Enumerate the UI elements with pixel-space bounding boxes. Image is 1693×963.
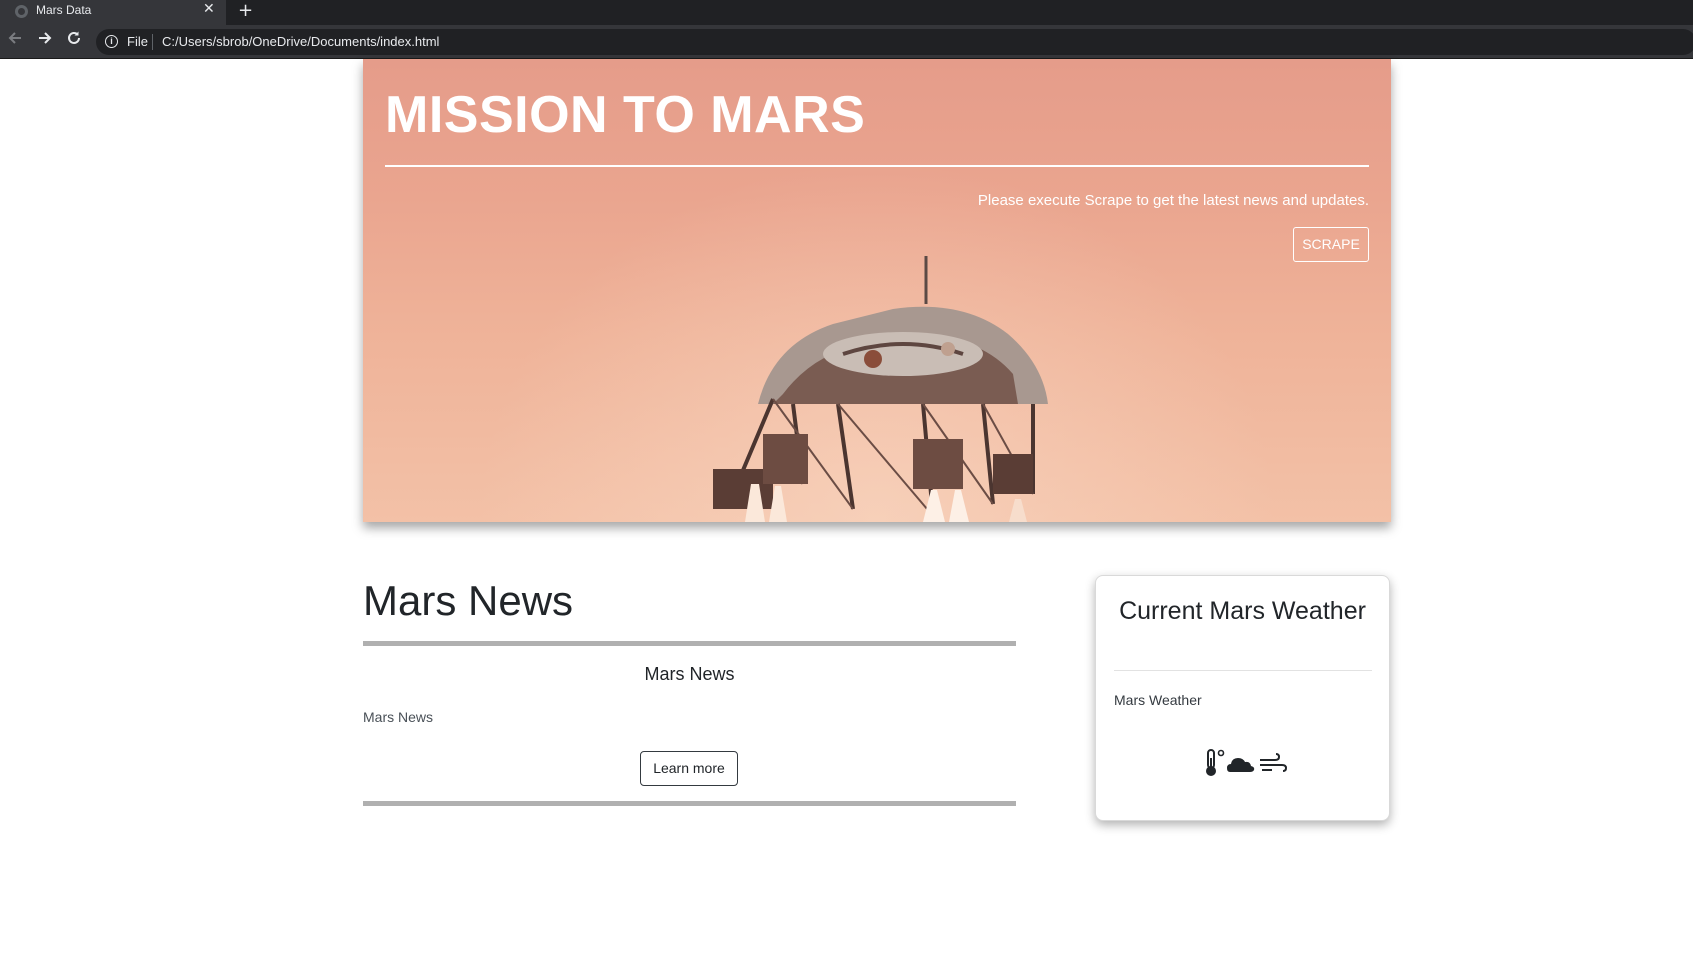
- weather-divider: [1114, 670, 1372, 671]
- news-divider-bottom: [363, 801, 1016, 806]
- browser-toolbar: i File C:/Users/sbrob/OneDrive/Documents…: [0, 25, 1693, 59]
- weather-card: Current Mars Weather Mars Weather: [1095, 575, 1390, 821]
- separator: [152, 34, 153, 50]
- reload-icon[interactable]: [63, 30, 85, 52]
- news-headline: Mars News: [644, 664, 735, 684]
- back-arrow-icon[interactable]: [4, 30, 26, 52]
- hero-divider: [385, 165, 1369, 167]
- hero-lead-text: Please execute Scrape to get the latest …: [977, 192, 1369, 209]
- learn-more-button[interactable]: Learn more: [640, 751, 738, 786]
- browser-tab[interactable]: Mars Data ✕: [0, 0, 226, 25]
- address-bar[interactable]: i File C:/Users/sbrob/OneDrive/Documents…: [96, 29, 1693, 55]
- globe-icon: [15, 5, 28, 18]
- weather-title: Current Mars Weather: [1119, 597, 1366, 625]
- cloud-icon: [1227, 758, 1255, 772]
- weather-text: Mars Weather: [1114, 692, 1202, 708]
- info-icon[interactable]: i: [105, 35, 118, 48]
- news-divider-top: [363, 641, 1016, 646]
- scrape-button[interactable]: SCRAPE: [1293, 227, 1369, 262]
- url-text[interactable]: C:/Users/sbrob/OneDrive/Documents/index.…: [162, 34, 439, 49]
- thermometer-icon: [1206, 749, 1225, 776]
- wind-icon: [1260, 753, 1288, 772]
- news-section-title: Mars News: [363, 577, 574, 624]
- news-paragraph: Mars News: [363, 709, 434, 725]
- new-tab-icon[interactable]: +: [238, 0, 253, 21]
- scheme-label: File: [127, 34, 148, 49]
- browser-tabstrip: Mars Data ✕ +: [0, 0, 1693, 25]
- tab-title: Mars Data: [36, 3, 92, 17]
- weather-icon-group: [1206, 749, 1288, 776]
- hero-jumbotron: MISSION TO MARS Please execute Scrape to…: [363, 59, 1391, 522]
- close-icon[interactable]: ✕: [203, 1, 215, 17]
- hero-title: MISSION TO MARS: [385, 86, 866, 144]
- mars-lander-image: [713, 256, 1048, 522]
- forward-arrow-icon[interactable]: [34, 30, 56, 52]
